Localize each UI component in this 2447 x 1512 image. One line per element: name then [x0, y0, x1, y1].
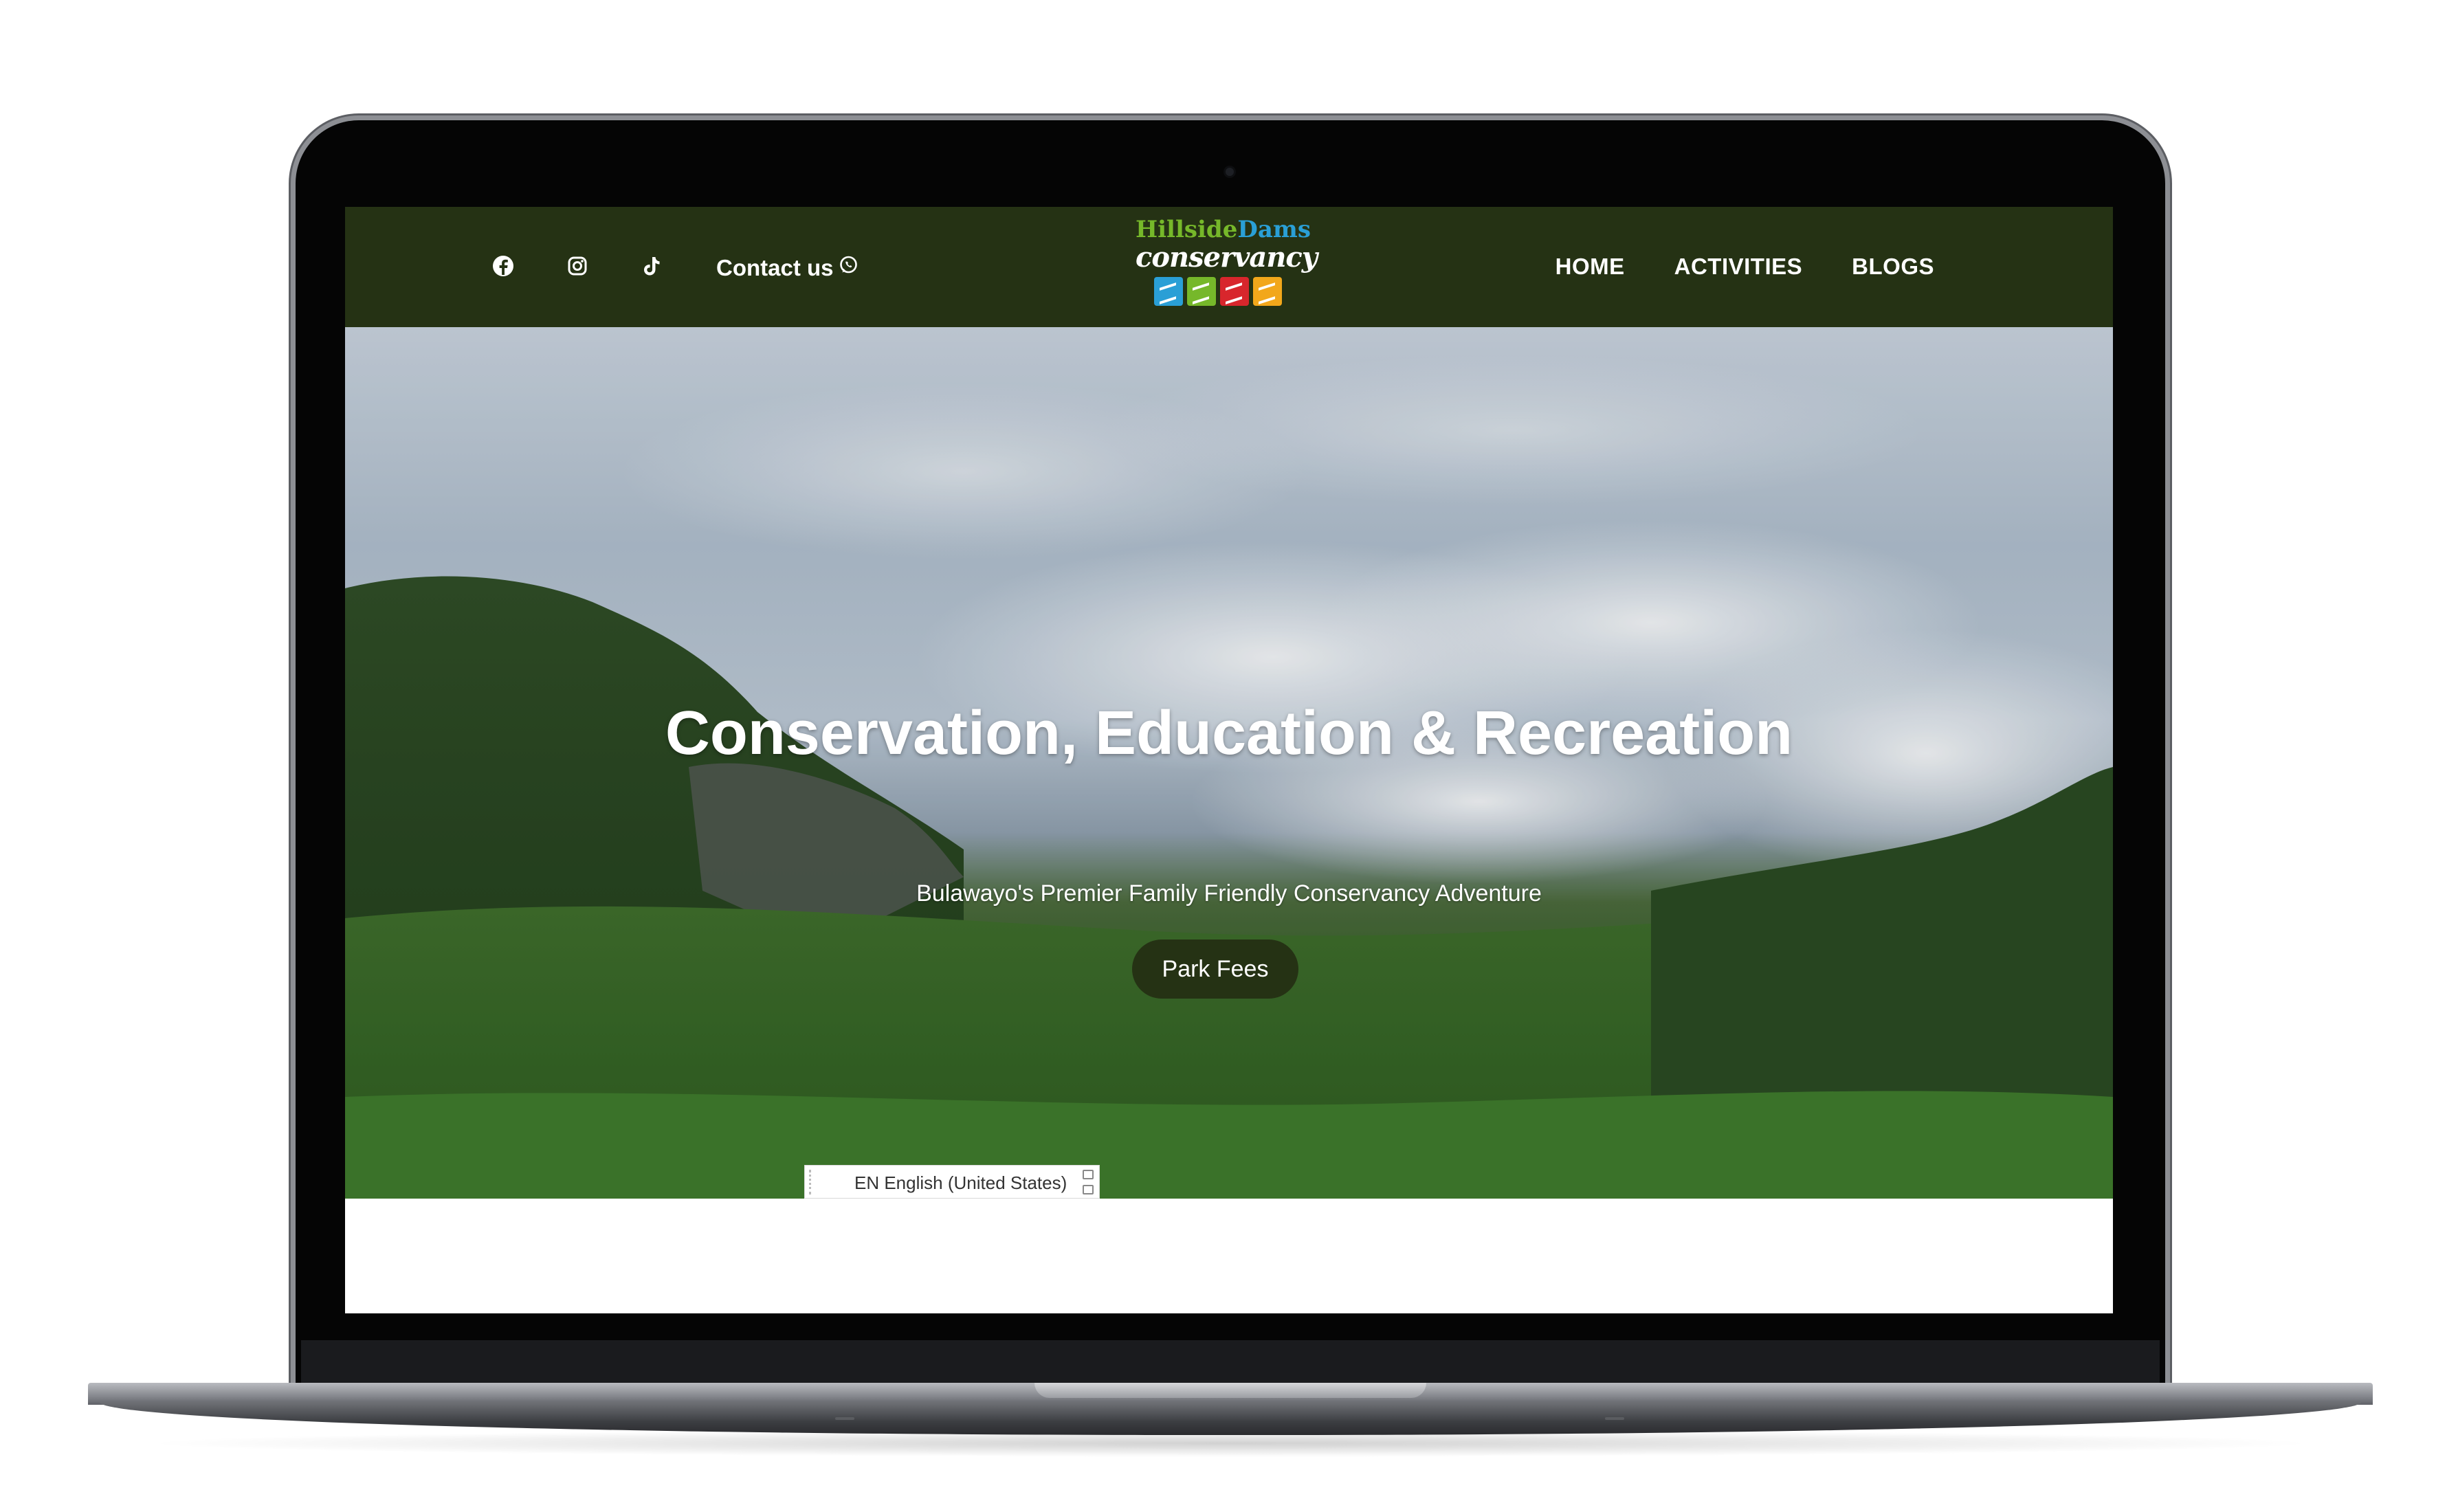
nav-blogs[interactable]: BLOGS	[1852, 254, 1934, 280]
webcam	[1226, 168, 1234, 176]
main-nav: HOME ACTIVITIES BLOGS	[1555, 254, 1934, 280]
tiktok-icon[interactable]	[638, 252, 665, 280]
whatsapp-icon	[838, 255, 859, 281]
logo-wordmark: HillsideDams	[1136, 216, 1311, 243]
logo-text-hillside: Hillside	[1136, 216, 1238, 243]
restore-icon[interactable]	[1083, 1170, 1094, 1194]
laptop-foot	[835, 1417, 854, 1420]
logo-tile-blue	[1154, 277, 1183, 306]
language-bar[interactable]: EN English (United States)	[804, 1165, 1100, 1199]
logo-tile-green	[1187, 277, 1216, 306]
site-header: Contact us HillsideDams conservancy HOME…	[345, 207, 2113, 327]
hero-title: Conservation, Education & Recreation	[665, 699, 1793, 768]
drag-handle-icon[interactable]	[809, 1170, 814, 1194]
logo-tile-orange	[1253, 277, 1282, 306]
hero-section: Conservation, Education & Recreation Bul…	[345, 327, 2113, 1199]
logo-text-conservancy: conservancy	[1136, 241, 1318, 274]
language-label: EN English (United States)	[854, 1172, 1067, 1193]
hero-subtitle: Bulawayo's Premier Family Friendly Conse…	[916, 880, 1542, 907]
contact-us-link[interactable]: Contact us	[716, 255, 859, 281]
instagram-icon[interactable]	[564, 252, 591, 280]
site-logo[interactable]: HillsideDams conservancy	[1136, 216, 1318, 320]
laptop-bottom-bezel	[301, 1340, 2160, 1383]
nav-home[interactable]: HOME	[1555, 254, 1625, 280]
facebook-icon[interactable]	[489, 252, 517, 280]
nav-activities[interactable]: ACTIVITIES	[1674, 254, 1803, 280]
contact-us-label: Contact us	[716, 255, 834, 280]
laptop-foot	[1605, 1417, 1624, 1420]
logo-tile-red	[1220, 277, 1249, 306]
laptop-screen: Contact us HillsideDams conservancy HOME…	[345, 207, 2113, 1313]
laptop-hinge-notch	[1034, 1383, 1426, 1398]
logo-text-dams: Dams	[1237, 216, 1311, 243]
logo-tiles	[1136, 277, 1300, 306]
park-fees-button[interactable]: Park Fees	[1132, 940, 1298, 999]
